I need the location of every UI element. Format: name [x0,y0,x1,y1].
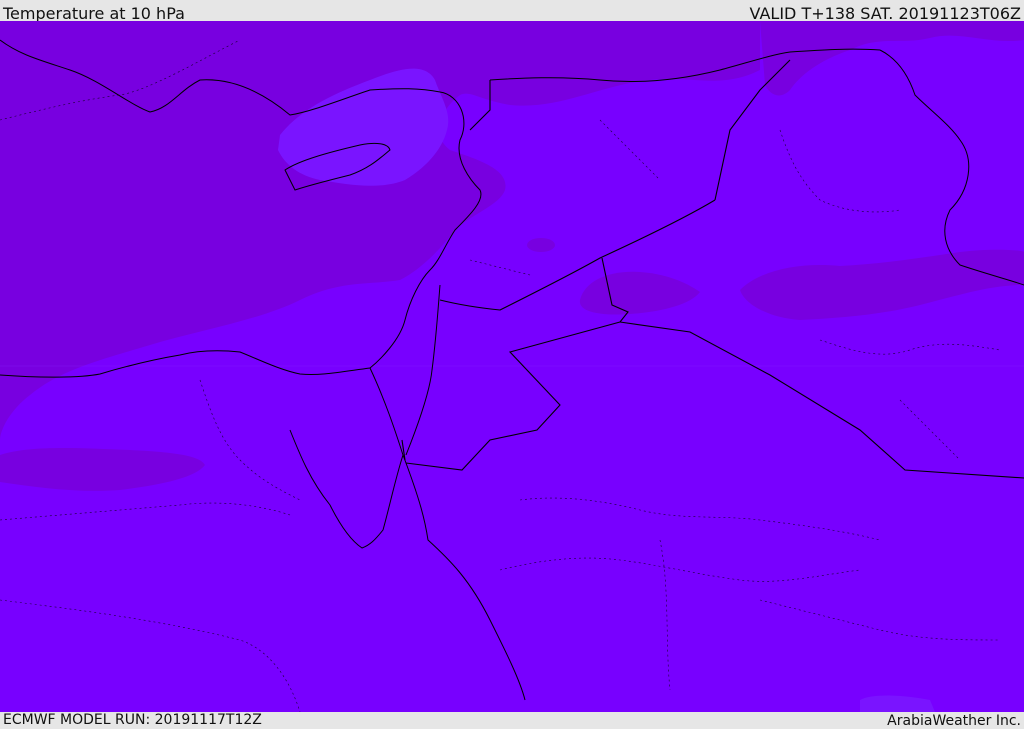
map-title: Temperature at 10 hPa [3,4,185,23]
warm-spot-syria [527,238,555,252]
valid-time: VALID T+138 SAT. 20191123T06Z [749,4,1021,23]
map-svg [0,21,1024,712]
credit: ArabiaWeather Inc. [887,713,1021,729]
model-run: ECMWF MODEL RUN: 20191117T12Z [3,712,262,728]
map-footer: ECMWF MODEL RUN: 20191117T12Z ArabiaWeat… [0,712,1024,729]
temperature-map [0,21,1024,712]
map-header: Temperature at 10 hPa VALID T+138 SAT. 2… [0,0,1024,23]
